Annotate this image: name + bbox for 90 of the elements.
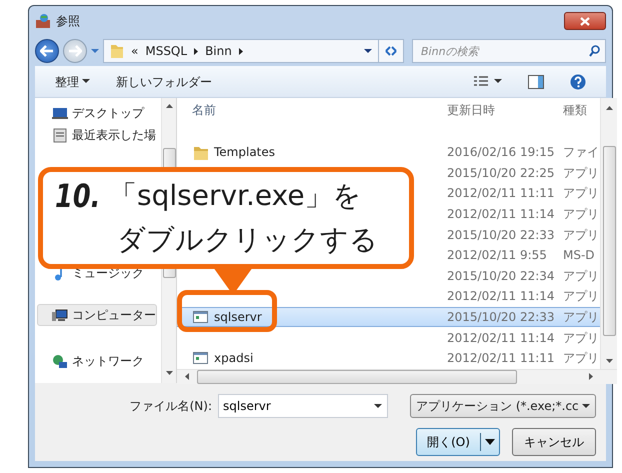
search-icon <box>589 45 600 57</box>
toolbar-button[interactable]: 新しいフォルダー <box>116 72 212 90</box>
date-cell-text: 2012/02/11 11:14 <box>446 330 556 347</box>
type-cell-text: ファイ <box>562 144 600 162</box>
breadcrumb-item[interactable]: MSSQL <box>145 42 188 60</box>
nav-item[interactable]: デスクトップ <box>35 102 161 124</box>
type-cell-text: MS-D <box>562 247 596 264</box>
scroll-down-icon[interactable] <box>606 358 612 363</box>
breadcrumb-item[interactable]: Binn <box>205 42 232 60</box>
toolbar-button[interactable]: 整理 <box>55 72 90 90</box>
scroll-up-icon[interactable] <box>606 106 612 110</box>
date-cell-text: 2015/10/20 22:33 <box>446 226 556 244</box>
refresh-button[interactable] <box>378 39 404 63</box>
date-cell-text: 2012/02/11 11:11 <box>446 185 556 202</box>
computer-icon <box>52 308 68 322</box>
folder-icon <box>193 144 209 160</box>
file-row[interactable]: sqlservr 2015/10/20 22:33 アプリ <box>177 306 600 328</box>
application-icon <box>193 350 209 366</box>
close-button[interactable] <box>564 12 606 30</box>
dropdown-caret-icon <box>485 439 495 445</box>
date-cell-text: 2015/10/20 22:33 <box>446 309 556 326</box>
file-row[interactable]: 2015/10/20 22:34 アプリ <box>177 266 600 286</box>
type-cell-text: アプリ <box>562 309 600 326</box>
chevron-icon <box>238 48 243 54</box>
column-header[interactable]: 種類 <box>560 100 600 118</box>
type-cell-text: アプリ <box>562 185 600 202</box>
column-header[interactable]: 名前 <box>177 100 442 118</box>
nav-item[interactable]: 最近表示した場 <box>35 124 161 146</box>
callout-text: ダブルクリックする <box>116 222 379 258</box>
date-cell-text: 2012/02/11 11:14 <box>446 288 556 306</box>
history-caret-icon[interactable] <box>91 48 99 54</box>
folder-icon <box>110 43 124 59</box>
type-cell-text: アプリ <box>562 226 600 244</box>
app-icon <box>35 13 51 29</box>
breadcrumb-overflow[interactable]: « <box>131 42 138 60</box>
type-cell-text: アプリ <box>562 164 600 182</box>
forward-arrow-icon <box>68 45 82 57</box>
date-cell-text: 2012/02/11 11:11 <box>446 350 556 368</box>
window-title: 参照 <box>56 13 80 30</box>
nav-item[interactable]: ネットワーク <box>35 350 161 372</box>
dropdown-caret-icon[interactable] <box>364 48 372 54</box>
date-cell-text: 2012/02/11 11:14 <box>446 206 556 224</box>
open-button[interactable]: 開く(O) <box>416 428 500 456</box>
search-field[interactable]: Binnの検索 <box>412 39 606 63</box>
nav-item[interactable]: ミュージック <box>35 262 161 284</box>
file-type-dropdown[interactable]: アプリケーション (*.exe;*.cc <box>410 394 596 418</box>
refresh-icon <box>384 45 398 57</box>
nav-item[interactable]: コンピューター <box>37 304 157 326</box>
recent-icon <box>52 128 68 142</box>
file-name[interactable]: sqlservr <box>214 308 262 326</box>
file-name-label: ファイル名(N): <box>130 398 212 415</box>
back-button[interactable] <box>35 39 59 63</box>
list-view-icon <box>474 76 488 88</box>
desktop-icon <box>52 106 68 120</box>
help-icon[interactable] <box>570 74 586 90</box>
file-row[interactable]: xpadsi 2012/02/11 11:11 アプリ <box>177 348 600 369</box>
close-icon <box>580 16 590 26</box>
dropdown-caret-icon <box>494 79 502 84</box>
application-icon <box>193 310 209 325</box>
type-cell-text: アプリ <box>562 330 600 347</box>
date-cell-text: 2015/10/20 22:34 <box>446 268 556 285</box>
date-cell-text: 2016/02/16 19:15 <box>446 144 556 162</box>
scrollbar-thumb[interactable] <box>602 146 616 336</box>
file-name[interactable]: xpadsi <box>214 349 254 368</box>
file-name[interactable]: Templates <box>214 143 276 162</box>
column-header[interactable]: 更新日時 <box>442 100 560 118</box>
scroll-left-icon[interactable] <box>185 373 189 380</box>
date-cell-text: 2012/02/11 9:55 <box>446 247 548 264</box>
type-cell-text: アプリ <box>562 350 600 368</box>
dropdown-caret-icon <box>582 404 590 408</box>
scroll-right-icon[interactable] <box>589 373 593 380</box>
view-button[interactable] <box>474 76 502 88</box>
back-arrow-icon <box>40 45 54 57</box>
type-cell-text: アプリ <box>562 288 600 306</box>
cancel-button[interactable]: キャンセル <box>512 428 596 456</box>
network-icon <box>52 354 68 368</box>
date-cell-text: 2015/10/20 22:25 <box>446 164 556 182</box>
type-cell-text: アプリ <box>562 206 600 224</box>
type-cell-text: アプリ <box>562 268 600 285</box>
file-row[interactable]: Templates 2016/02/16 19:15 ファイ <box>177 142 600 163</box>
address-bar[interactable]: « MSSQL Binn <box>103 39 379 63</box>
chevron-icon <box>194 48 198 54</box>
file-row[interactable]: 2012/02/11 11:14 アプリ <box>177 327 600 348</box>
preview-pane-icon[interactable] <box>528 74 544 88</box>
file-row[interactable]: 2012/02/11 11:14 アプリ <box>177 286 600 307</box>
step-number: 10. <box>55 176 98 217</box>
callout-text: 「sqlservr.exe」を <box>109 178 363 214</box>
scroll-down-icon[interactable] <box>166 371 172 375</box>
scroll-up-icon[interactable] <box>166 104 172 108</box>
scrollbar-thumb[interactable] <box>197 370 517 384</box>
